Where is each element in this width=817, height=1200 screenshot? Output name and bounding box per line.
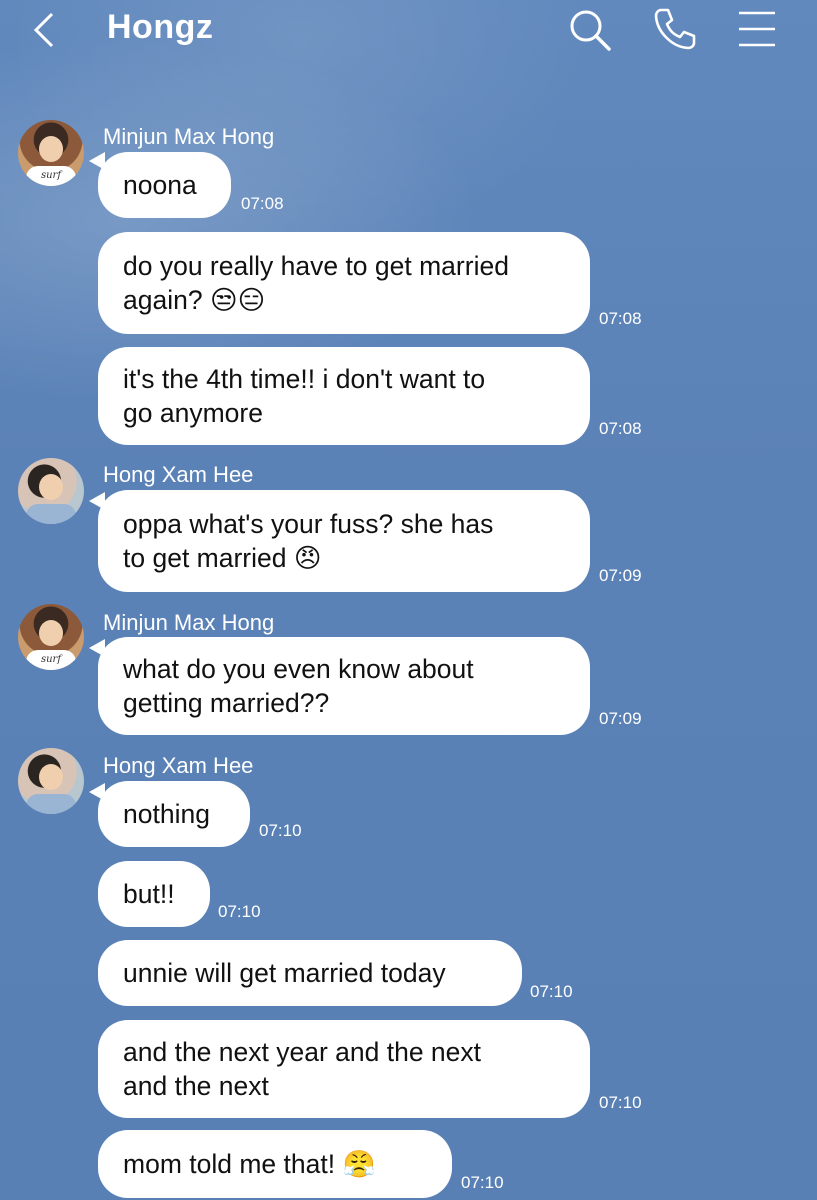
- avatar[interactable]: [18, 748, 84, 814]
- message-time: 07:10: [259, 821, 302, 840]
- sender-name: Hong Xam Hee: [103, 462, 254, 487]
- avatar-face: [39, 620, 63, 646]
- sender-name: Minjun Max Hong: [103, 124, 275, 149]
- message-time: 07:10: [461, 1173, 504, 1192]
- message-text: but!!: [123, 879, 175, 909]
- avatar-shirt-text: surf: [26, 166, 76, 186]
- message-text-line: what do you even know about: [123, 654, 474, 684]
- message-bubble[interactable]: and the next year and the next and the n…: [98, 1020, 590, 1118]
- message-text: noona: [123, 170, 197, 200]
- avatar[interactable]: [18, 458, 84, 524]
- avatar-shirt: [26, 504, 76, 524]
- avatar-face: [39, 136, 63, 162]
- message-time: 07:10: [599, 1093, 642, 1112]
- message-bubble[interactable]: what do you even know about getting marr…: [98, 637, 590, 735]
- avatar[interactable]: surf: [18, 604, 84, 670]
- message-text: unnie will get married today: [123, 958, 446, 988]
- sender-name: Minjun Max Hong: [103, 610, 275, 635]
- avatar-shirt: [26, 794, 76, 814]
- message-text-line: and the next: [123, 1071, 269, 1101]
- chat-header: Hongz: [0, 0, 817, 70]
- message-text-line: and the next year and the next: [123, 1037, 482, 1067]
- phone-icon: [654, 8, 696, 50]
- message-bubble[interactable]: do you really have to get married again?…: [98, 232, 590, 334]
- message-time: 07:08: [599, 419, 642, 438]
- menu-button[interactable]: [738, 10, 776, 53]
- message-bubble[interactable]: oppa what's your fuss? she has to get ma…: [98, 490, 590, 592]
- message-time: 07:09: [599, 566, 642, 585]
- back-button[interactable]: [30, 10, 56, 55]
- search-icon: [570, 10, 611, 51]
- message-bubble[interactable]: unnie will get married today: [98, 940, 522, 1006]
- avatar[interactable]: surf: [18, 120, 84, 186]
- avatar-face: [39, 764, 63, 790]
- avatar-face: [39, 474, 63, 500]
- message-text: nothing: [123, 799, 210, 829]
- message-time: 07:08: [241, 194, 284, 213]
- message-text-line: getting married??: [123, 688, 330, 718]
- chat-title: Hongz: [107, 8, 214, 46]
- menu-icon: [739, 11, 775, 47]
- back-chevron-icon: [33, 12, 54, 48]
- message-bubble[interactable]: noona: [98, 152, 231, 218]
- message-text-line: it's the 4th time!! i don't want to: [123, 364, 486, 394]
- message-time: 07:10: [530, 982, 573, 1001]
- message-bubble[interactable]: nothing: [98, 781, 250, 847]
- message-text: mom told me that! 😤: [123, 1149, 376, 1179]
- message-text-line: go anymore: [123, 398, 263, 428]
- message-text-line: again? 😒😑: [123, 285, 266, 315]
- message-time: 07:09: [599, 709, 642, 728]
- message-text-line: to get married 😠: [123, 543, 322, 573]
- search-button[interactable]: [568, 8, 612, 57]
- call-button[interactable]: [652, 6, 698, 57]
- message-bubble[interactable]: it's the 4th time!! i don't want to go a…: [98, 347, 590, 445]
- avatar-shirt-text: surf: [26, 650, 76, 670]
- message-bubble[interactable]: but!!: [98, 861, 210, 927]
- message-time: 07:10: [218, 902, 261, 921]
- message-text-line: oppa what's your fuss? she has: [123, 509, 494, 539]
- message-time: 07:08: [599, 309, 642, 328]
- sender-name: Hong Xam Hee: [103, 753, 254, 778]
- message-bubble[interactable]: mom told me that! 😤: [98, 1130, 452, 1198]
- message-text-line: do you really have to get married: [123, 251, 509, 281]
